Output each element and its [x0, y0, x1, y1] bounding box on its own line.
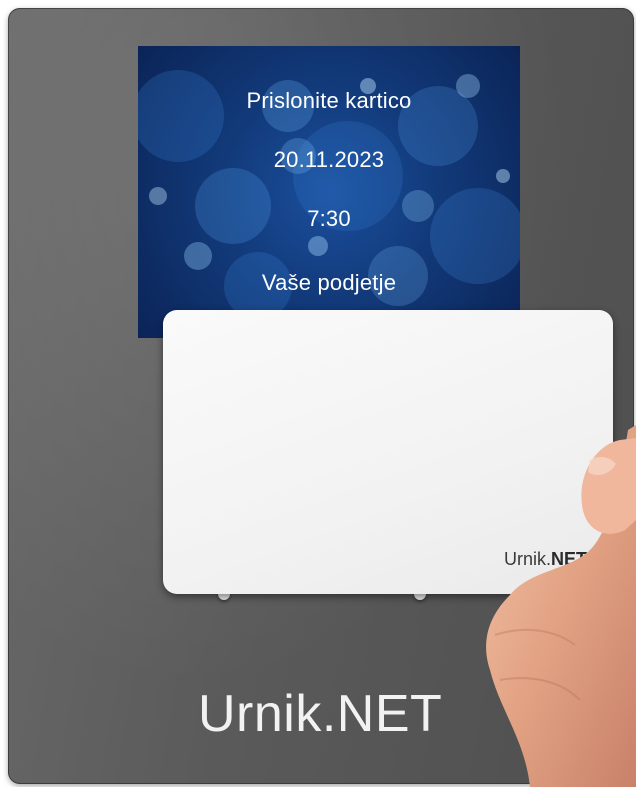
time-display: 7:30 [307, 206, 351, 231]
card-prompt-text: Prislonite kartico [246, 88, 412, 113]
company-name: Vaše podjetje [261, 270, 397, 295]
hand-image [486, 425, 636, 787]
display-screen: Prislonite kartico 20.11.2023 7:30 Vaše … [138, 46, 520, 338]
device-brand-logo: Urnik.NET [198, 685, 443, 743]
date-display: 20.11.2023 [273, 147, 385, 172]
